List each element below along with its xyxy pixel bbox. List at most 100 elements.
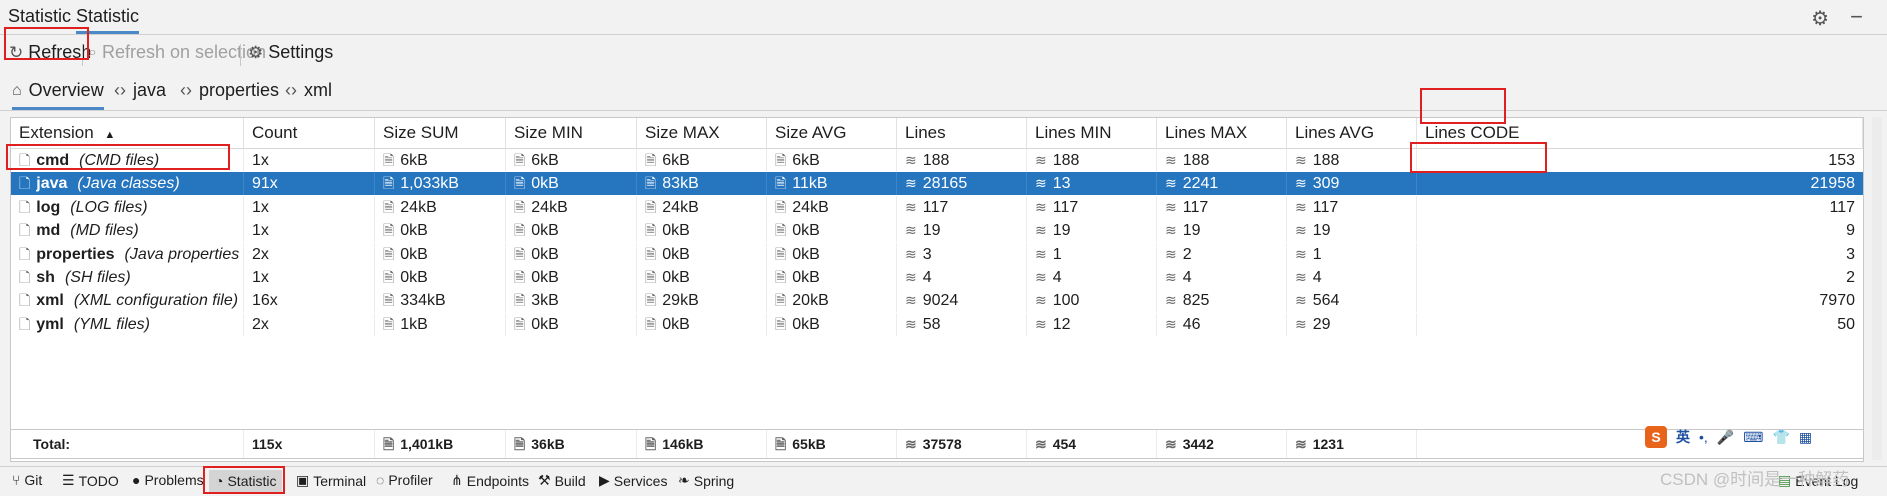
settings-label: Settings (268, 42, 334, 62)
cell-value: 6kB (400, 152, 428, 169)
cell-size-max: 🗎 6kB (637, 149, 767, 172)
statistics-table: Extension ▲ Count Size SUM Size MIN Size… (10, 117, 1864, 462)
skin-icon[interactable]: 👕 (1772, 429, 1789, 446)
totals-count: 115x (244, 430, 375, 458)
cell-value: 1 (1312, 245, 1322, 263)
cell-value: 0kB (792, 315, 820, 333)
column-header-size-min[interactable]: Size MIN (506, 118, 637, 148)
cell-value: 334kB (400, 292, 446, 310)
settings-button[interactable]: ⚙ Settings (248, 42, 333, 63)
cell-size-max: 🗎 24kB (637, 195, 767, 219)
cell-lines-code: 117 (1829, 198, 1855, 216)
tab-properties[interactable]: ‹› properties (180, 80, 279, 101)
file-icon: 🗎 (775, 269, 787, 285)
refresh-on-selection-label: Refresh on selection (101, 42, 267, 62)
code-icon: ‹› (114, 80, 126, 100)
cell-value: 188 (1182, 152, 1210, 169)
column-header-lines[interactable]: Lines (897, 118, 1027, 148)
tool-terminal[interactable]: ▣ Terminal (296, 472, 366, 489)
column-header-lines-avg[interactable]: Lines AVG (1287, 118, 1417, 148)
cell-size-max: 🗎 0kB (637, 219, 767, 243)
table-row[interactable]: 🗋 xml (XML configuration file) 16x 🗎 334kB 🗎 3k… (11, 289, 1863, 313)
cell-lines: ≋ 28165 (897, 172, 1027, 196)
table-row[interactable]: 🗋 sh (SH files) 1x 🗎 0kB 🗎 0kB 🗎 0kB 🗎 0kB ≋ 4 ≋ 4 ≋ 4 ≋ 4 2 (11, 266, 1863, 289)
cell-lines: ≋ 4 (897, 266, 1027, 289)
tool-build[interactable]: ⚒ Build (538, 472, 586, 489)
tab-overview[interactable]: ⌂ Overview (12, 80, 104, 110)
cell-value: 0kB (531, 245, 559, 263)
tool-label: Profiler (388, 472, 433, 488)
gear-icon[interactable]: ⚙ (1811, 6, 1829, 31)
file-icon: 🗎 (383, 175, 395, 192)
table-row[interactable]: 🗋 md (MD files) 1x 🗎 0kB 🗎 0kB 🗎 0kB 🗎 0kB ≋ 19 ≋ 19 ≋ 19… (11, 219, 1863, 243)
tool-problems[interactable]: ● Problems (132, 472, 204, 488)
grid-icon[interactable]: ▦ (1799, 429, 1812, 446)
layers-icon: ≋ (1295, 152, 1307, 168)
highlight-box (203, 466, 285, 494)
tab-xml[interactable]: ‹› xml (285, 80, 332, 101)
table-row[interactable]: 🗋 yml (YML files) 2x 🗎 1kB 🗎 0kB 🗎 0kB 🗎 0kB ≋ 58 ≋ 12 ≋… (11, 312, 1863, 336)
vertical-scrollbar[interactable] (1872, 117, 1882, 460)
column-header-size-avg[interactable]: Size AVG (767, 118, 897, 148)
cell-lines-code: 3 (1846, 245, 1855, 263)
layers-icon: ≋ (1165, 222, 1177, 239)
tool-services[interactable]: ▶ Services (599, 472, 667, 489)
file-icon: 🗎 (514, 315, 526, 332)
file-icon: 🗎 (645, 245, 657, 262)
column-header-count[interactable]: Count (244, 118, 375, 148)
punctuation-icon[interactable]: •, (1699, 429, 1708, 445)
tool-label: Git (24, 472, 43, 488)
table-row[interactable]: 🗋 java (Java classes) 91x 🗎 1,033kB 🗎 0kB 🗎 83kB 🗎… (11, 172, 1863, 196)
table-header: Extension ▲ Count Size SUM Size MIN Size… (11, 118, 1863, 149)
column-header-size-max[interactable]: Size MAX (637, 118, 767, 148)
cell-size-min: 🗎 0kB (506, 219, 637, 243)
file-icon: 🗎 (775, 436, 787, 452)
keyboard-icon[interactable]: ⌨ (1743, 429, 1763, 446)
cell-value: 188 (922, 152, 950, 169)
tool-todo[interactable]: ☰ TODO (62, 472, 119, 489)
cell-extension: 🗋 properties (Java properties (11, 242, 244, 266)
column-header-lines-min[interactable]: Lines MIN (1027, 118, 1157, 148)
tool-label: TODO (78, 472, 119, 489)
cell-value: 1kB (400, 315, 428, 333)
cell-size-avg: 🗎 0kB (767, 219, 897, 243)
file-icon: 🗎 (775, 292, 787, 309)
cell-lines-avg: ≋ 564 (1287, 289, 1417, 313)
cell-size-sum: 🗎 0kB (375, 242, 506, 266)
cell-value: 0kB (662, 315, 690, 333)
layers-icon: ≋ (1165, 198, 1177, 215)
column-header-size-sum[interactable]: Size SUM (375, 118, 506, 148)
microphone-icon[interactable]: 🎤 (1717, 429, 1734, 446)
spring-icon: ❧ (678, 472, 690, 488)
sogou-logo[interactable]: S (1645, 426, 1667, 448)
table-row[interactable]: 🗋 cmd (CMD files) 1x 🗎 6kB 🗎 6kB 🗎 6kB 🗎 6kB ≋ 188 ≋ 18… (11, 149, 1863, 172)
column-header-lines-max[interactable]: Lines MAX (1157, 118, 1287, 148)
file-icon: 🗋 (19, 245, 31, 262)
tool-profiler[interactable]: ◌ Profiler (376, 472, 433, 488)
file-icon: 🗎 (775, 315, 787, 332)
tab-java[interactable]: ‹› java (114, 80, 166, 101)
table-row[interactable]: 🗋 properties (Java properties 2x 🗎 0kB 🗎 0kB 🗎 0k… (11, 242, 1863, 266)
cell-value: 0kB (662, 269, 690, 286)
cell-value: 3 (922, 245, 932, 263)
layers-icon: ≋ (1035, 245, 1047, 262)
problems-icon: ● (132, 472, 141, 488)
layers-icon: ≋ (1035, 198, 1047, 215)
minimize-icon[interactable]: − (1850, 4, 1863, 30)
cell-value: 0kB (662, 222, 690, 240)
layers-icon: ≋ (1035, 222, 1047, 239)
highlight-box (4, 27, 89, 60)
tool-git[interactable]: ⑂ Git (12, 472, 42, 488)
file-icon: 🗎 (645, 315, 657, 332)
ime-lang[interactable]: 英 (1676, 427, 1690, 447)
layers-icon: ≋ (1035, 269, 1047, 285)
file-icon: 🗎 (383, 315, 395, 332)
table-row[interactable]: 🗋 log (LOG files) 1x 🗎 24kB 🗎 24kB 🗎 24kB 🗎 24kB ≋ 11… (11, 195, 1863, 219)
cell-size-sum: 🗎 0kB (375, 219, 506, 243)
tool-spring[interactable]: ❧ Spring (678, 472, 734, 489)
cell-value: 2 (1182, 245, 1192, 263)
tool-window-title: Statistic (8, 6, 72, 26)
tool-endpoints[interactable]: ⋔ Endpoints (451, 472, 529, 489)
tool-label: Services (613, 472, 668, 489)
cell-extension: 🗋 sh (SH files) (11, 266, 244, 289)
